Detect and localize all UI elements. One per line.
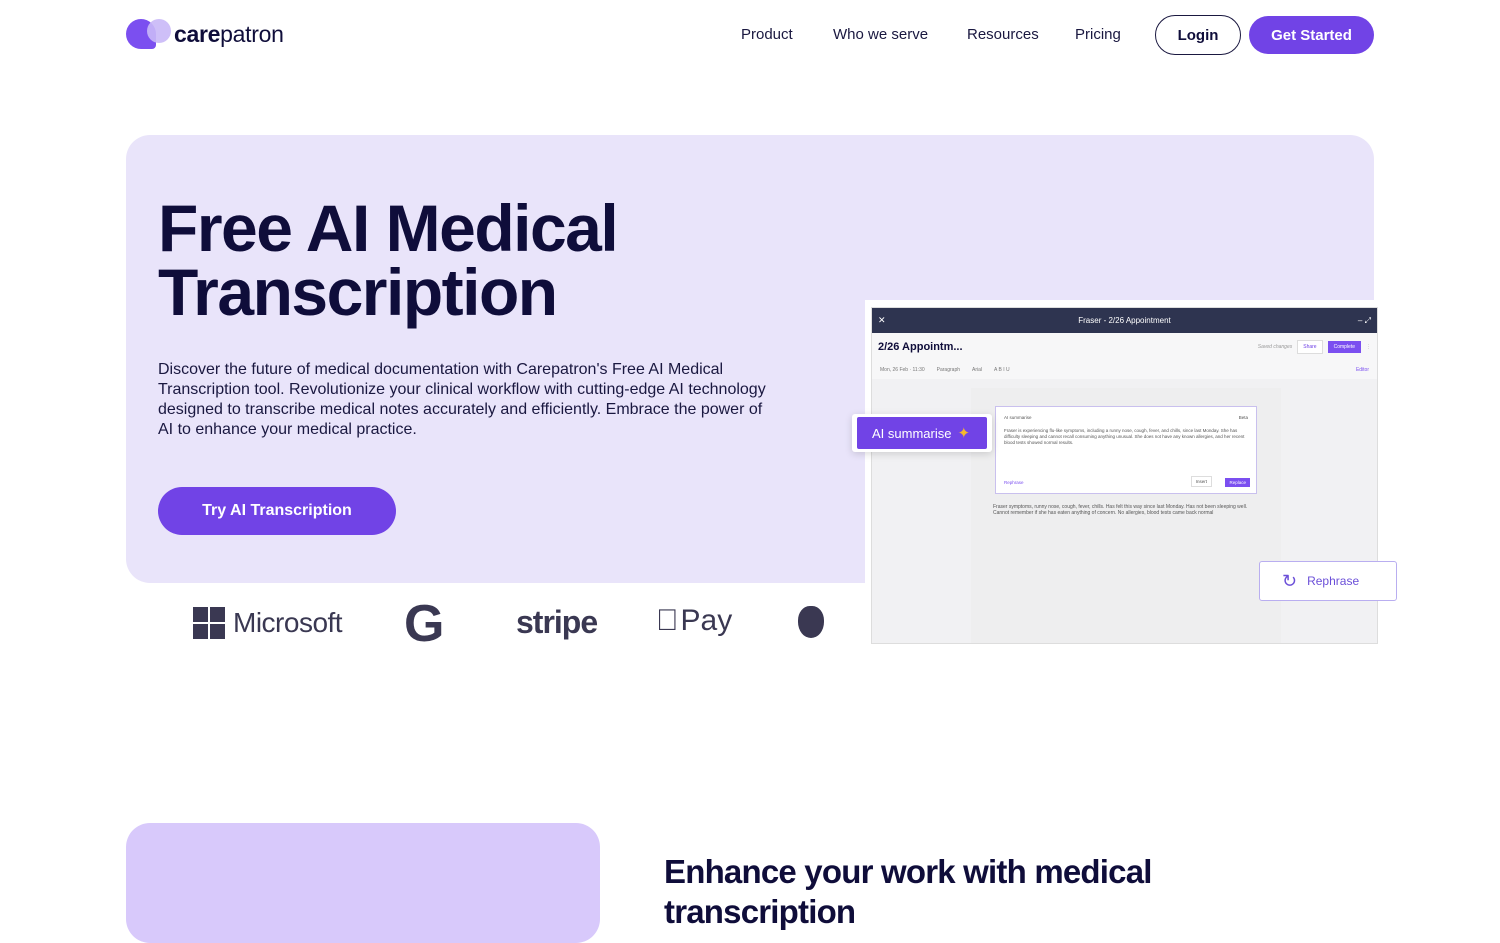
login-button[interactable]: Login bbox=[1155, 15, 1241, 55]
summary-text: Fraser is experiencing flu-like symptoms… bbox=[1004, 428, 1245, 445]
google-logo: G bbox=[404, 595, 445, 653]
refresh-icon: ↻ bbox=[1282, 570, 1298, 591]
window-titlebar: ✕ Fraser - 2/26 Appointment – ⤢ bbox=[872, 308, 1377, 333]
nav-resources[interactable]: Resources bbox=[967, 26, 1039, 43]
microsoft-logo: Microsoft bbox=[193, 607, 343, 639]
rephrase-link: Rephrase bbox=[1004, 480, 1024, 485]
brand-bold: care bbox=[174, 20, 221, 47]
section-title: Enhance your work with medical transcrip… bbox=[664, 853, 1152, 930]
editor-toolbar: Mon, 26 Feb · 11:30 Paragraph Arial A B I U… bbox=[872, 361, 1377, 379]
doc-title: 2/26 Appointm... bbox=[878, 341, 963, 353]
replace-button: Replace bbox=[1225, 478, 1250, 487]
beta-badge: Beta bbox=[1238, 415, 1248, 420]
hero-description: Discover the future of medical documenta… bbox=[158, 361, 766, 438]
more-icon: ⋮ bbox=[1366, 344, 1371, 350]
saved-status: Saved changes bbox=[1257, 344, 1293, 350]
carepatron-logo[interactable]: carepatron bbox=[126, 19, 284, 49]
partner-logos: Microsoft G stripe Pay bbox=[128, 595, 858, 653]
page-title: Free AI Medical Transcription bbox=[158, 191, 619, 329]
brand-light: patron bbox=[220, 20, 284, 47]
sparkle-icon: ✦ bbox=[957, 425, 971, 442]
logo-mark-icon bbox=[126, 19, 171, 49]
summary-label: AI summarise bbox=[1004, 415, 1032, 420]
apple-logo bbox=[798, 606, 824, 638]
ai-summarise-chip: AI summarise ✦ bbox=[852, 414, 992, 452]
windows-icon bbox=[193, 607, 225, 639]
nav-product[interactable]: Product bbox=[741, 26, 793, 43]
ai-chip-label: AI summarise bbox=[872, 425, 952, 441]
paragraph-select: Paragraph bbox=[936, 367, 961, 373]
window-title: Fraser - 2/26 Appointment bbox=[1078, 316, 1171, 325]
date: Mon, 26 Feb · 11:30 bbox=[880, 367, 925, 373]
minimize-expand-icon: – ⤢ bbox=[1357, 315, 1371, 325]
font-select: Arial bbox=[972, 367, 983, 373]
feature-card bbox=[126, 823, 600, 943]
share-button: Share bbox=[1297, 340, 1323, 354]
apple-icon:  bbox=[656, 604, 679, 638]
get-started-button[interactable]: Get Started bbox=[1249, 16, 1374, 54]
top-nav: carepatron Product Who we serve Resource… bbox=[0, 0, 1500, 70]
ai-summary-panel: AI summarise Beta Fraser is experiencing … bbox=[995, 406, 1257, 494]
insert-button: Insert bbox=[1190, 476, 1212, 487]
notes-text: Fraser symptoms, runny nose, cough, feve… bbox=[993, 504, 1248, 516]
nav-pricing[interactable]: Pricing bbox=[1075, 26, 1121, 43]
close-icon: ✕ bbox=[878, 315, 886, 325]
rephrase-chip-label: Rephrase bbox=[1307, 574, 1360, 588]
try-ai-transcription-button[interactable]: Try AI Transcription bbox=[158, 487, 396, 535]
stripe-logo: stripe bbox=[516, 604, 598, 640]
rephrase-chip: ↻ Rephrase bbox=[1259, 561, 1397, 601]
editor-mode: Editor bbox=[1355, 367, 1369, 373]
apple-pay-logo: Pay bbox=[656, 604, 732, 638]
nav-who-we-serve[interactable]: Who we serve bbox=[833, 26, 928, 43]
complete-button: Complete bbox=[1327, 341, 1361, 353]
